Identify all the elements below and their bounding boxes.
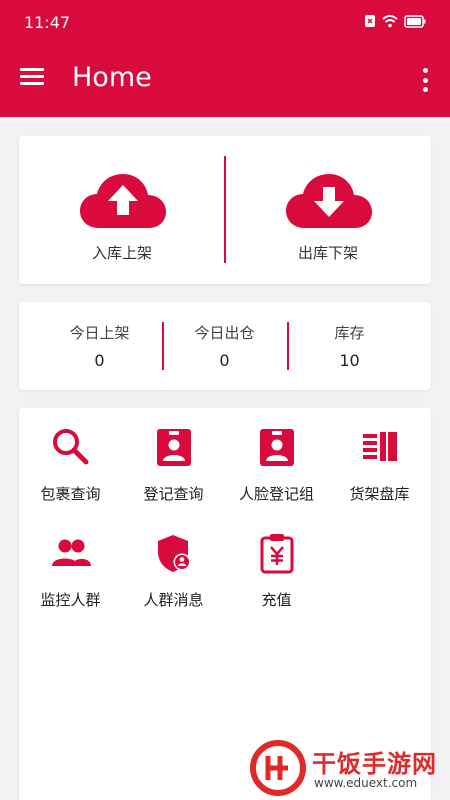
stat-label: 今日上架 xyxy=(69,324,130,342)
tile-label: 包裹查询 xyxy=(40,485,101,503)
tile-label: 货架盘库 xyxy=(349,485,410,503)
status-icons xyxy=(364,14,426,28)
more-options-icon[interactable] xyxy=(418,65,432,95)
wifi-icon xyxy=(382,14,398,27)
actions-card: 入库上架 出库下架 xyxy=(19,136,431,284)
crowd-messages-tile[interactable]: 人群消息 xyxy=(122,514,225,614)
tile-label: 充值 xyxy=(261,591,292,609)
shelf-inventory-tile[interactable]: 货架盘库 xyxy=(328,408,431,508)
watermark-url: www.eduext.com xyxy=(314,776,418,790)
tile-label: 人脸登记组 xyxy=(238,485,314,503)
stat-label: 库存 xyxy=(334,324,365,342)
monitor-crowd-tile[interactable]: 监控人群 xyxy=(19,514,122,614)
watermark-brand: 干饭手游网 xyxy=(312,750,437,778)
recharge-tile[interactable]: 充值 xyxy=(225,514,328,614)
inbound-shelving-button[interactable]: 入库上架 xyxy=(19,136,225,284)
recharge-clipboard-icon xyxy=(260,534,294,574)
shelf-icon xyxy=(363,432,397,461)
toolbar: Home xyxy=(0,45,450,117)
stat-label: 今日出仓 xyxy=(194,324,255,342)
brand-logo-icon xyxy=(250,740,306,796)
outbound-unshelving-button[interactable]: 出库下架 xyxy=(225,136,431,284)
status-bar: 11:47 xyxy=(0,0,450,45)
cloud-download-icon xyxy=(286,174,372,228)
shield-user-icon xyxy=(158,535,191,572)
app-bar: 11:47 Home xyxy=(0,0,450,117)
menu-icon[interactable] xyxy=(20,65,46,91)
stat-inventory: 库存 10 xyxy=(281,302,418,390)
tile-label: 人群消息 xyxy=(143,591,204,609)
badge-icon xyxy=(260,429,294,466)
stats-card: 今日上架 0 今日出仓 0 库存 10 xyxy=(19,302,431,390)
watermark-logo: 干饭手游网 www.eduext.com xyxy=(250,738,450,800)
page-title: Home xyxy=(72,62,152,93)
inbound-shelving-label: 入库上架 xyxy=(91,244,152,262)
tile-label: 登记查询 xyxy=(143,485,204,503)
tile-label: 监控人群 xyxy=(40,591,101,609)
group-icon xyxy=(52,539,91,566)
battery-icon xyxy=(404,14,426,28)
outbound-unshelving-label: 出库下架 xyxy=(297,244,358,262)
status-time: 11:47 xyxy=(24,13,71,32)
stat-value: 0 xyxy=(94,351,105,370)
sim-icon xyxy=(365,15,375,27)
stat-today-outbound: 今日出仓 0 xyxy=(156,302,293,390)
stat-today-shelved: 今日上架 0 xyxy=(31,302,168,390)
stat-value: 10 xyxy=(339,351,360,370)
stat-value: 0 xyxy=(219,351,230,370)
face-registration-group-tile[interactable]: 人脸登记组 xyxy=(225,408,328,508)
badge-icon xyxy=(157,429,191,466)
cloud-upload-icon xyxy=(80,174,166,228)
package-query-tile[interactable]: 包裹查询 xyxy=(19,408,122,508)
search-icon xyxy=(53,429,89,465)
registration-query-tile[interactable]: 登记查询 xyxy=(122,408,225,508)
